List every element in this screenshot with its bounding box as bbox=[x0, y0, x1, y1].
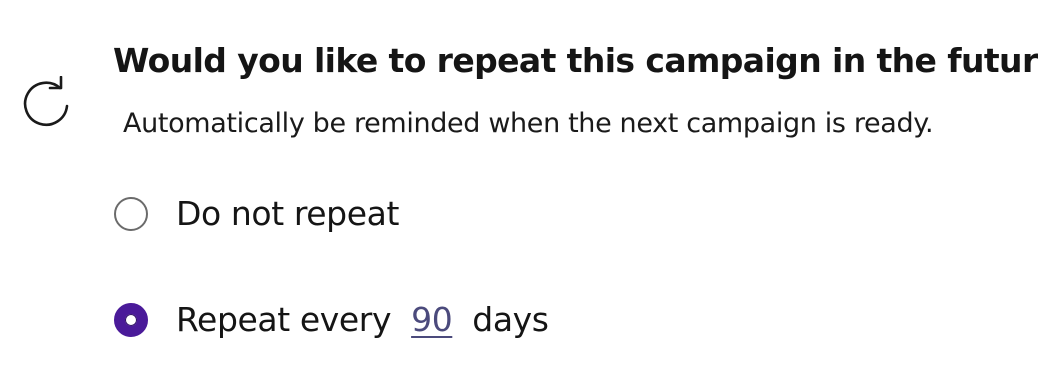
repeat-campaign-section: Would you like to repeat this campaign i… bbox=[0, 0, 1038, 376]
radio-option-repeat-every[interactable]: Repeat every 90 days bbox=[114, 297, 549, 343]
radio-label-repeat-every: Repeat every bbox=[176, 300, 392, 339]
repeat-icon bbox=[20, 75, 76, 132]
radio-button-repeat-every[interactable] bbox=[114, 303, 148, 337]
radio-option-do-not-repeat[interactable]: Do not repeat bbox=[114, 191, 399, 237]
repeat-interval-input[interactable]: 90 bbox=[411, 297, 453, 343]
radio-label-do-not-repeat: Do not repeat bbox=[176, 194, 399, 233]
radio-button-do-not-repeat[interactable] bbox=[114, 197, 148, 231]
question-title: Would you like to repeat this campaign i… bbox=[113, 41, 1038, 80]
repeat-interval-unit: days bbox=[472, 300, 549, 339]
question-subtitle: Automatically be reminded when the next … bbox=[123, 108, 934, 139]
